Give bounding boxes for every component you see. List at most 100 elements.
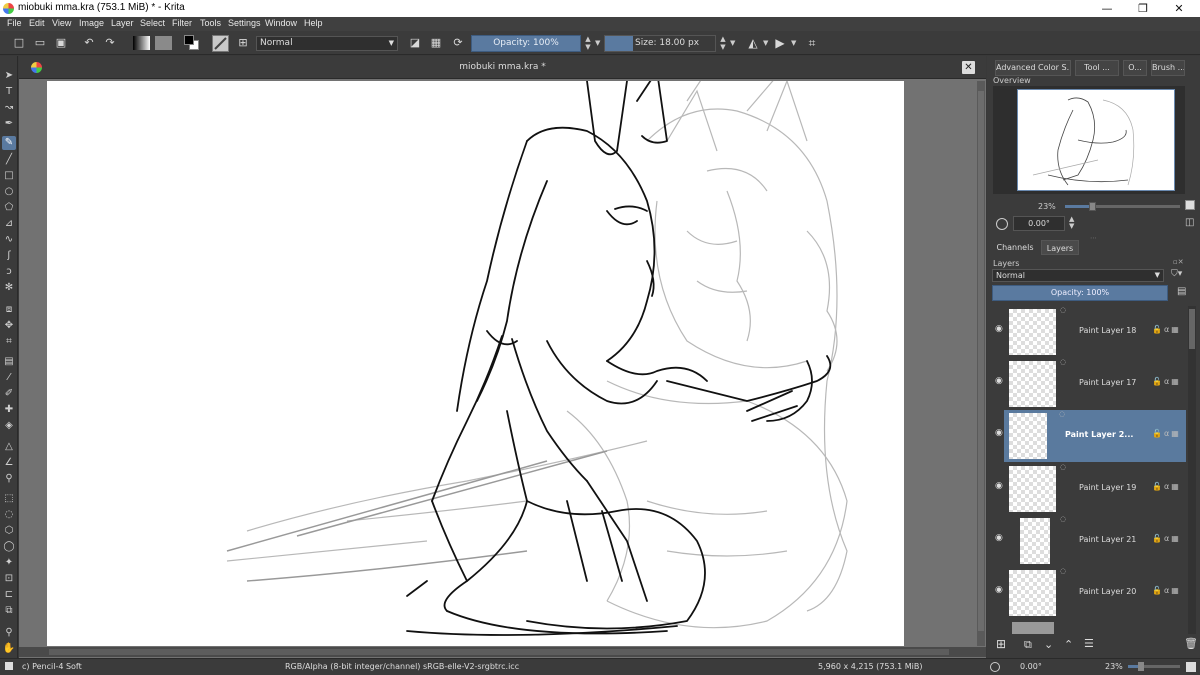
polygon-tool-icon[interactable]: ⬠ [2, 201, 16, 215]
vertical-scrollbar[interactable] [977, 81, 985, 646]
reference-tool-icon[interactable]: ⚲ [2, 472, 16, 486]
close-document-button[interactable]: ✕ [962, 61, 975, 74]
mirror-horizontal-icon[interactable]: ◭ [746, 36, 760, 50]
visibility-eye-icon[interactable]: ◉ [995, 376, 1003, 386]
visibility-eye-icon[interactable]: ◉ [995, 428, 1003, 438]
bezier-select-tool-icon[interactable]: ⊏ [2, 588, 16, 602]
layer-row-paint-layer-17[interactable]: ◉ ◌ Paint Layer 17 🔓α▦ [992, 358, 1185, 410]
layer-row-paint-layer-selected[interactable]: ◉ ◌ Paint Layer 2... 🔓α▦ [995, 410, 1186, 462]
tab-brush-presets[interactable]: Brush ... [1151, 60, 1185, 76]
menu-view[interactable]: View [52, 18, 71, 28]
rotation-dial-icon[interactable] [996, 218, 1008, 230]
gradient-icon[interactable] [133, 36, 150, 50]
status-zoom-fit-icon[interactable] [1186, 662, 1196, 672]
layer-properties-list-icon[interactable]: ☰ [1084, 637, 1094, 650]
dynamic-brush-tool-icon[interactable]: ↄ [2, 265, 16, 279]
layer-blend-mode-select[interactable]: Normal ▼ [992, 269, 1164, 282]
status-color-space[interactable]: RGB/Alpha (8-bit integer/channel) sRGB-e… [285, 662, 519, 671]
ellipse-tool-icon[interactable]: ○ [2, 185, 16, 199]
freehand-path-tool-icon[interactable]: ʃ [2, 249, 16, 263]
polyline-tool-icon[interactable]: ⊿ [2, 217, 16, 231]
overview-thumbnail[interactable] [1017, 89, 1175, 191]
layer-flags[interactable]: 🔓α▦ [1152, 534, 1181, 543]
status-zoom[interactable]: 23% [1105, 662, 1123, 671]
menu-file[interactable]: File [7, 18, 22, 28]
visibility-eye-icon[interactable]: ◉ [995, 585, 1003, 595]
redo-icon[interactable]: ↷ [103, 36, 117, 50]
visibility-eye-icon[interactable]: ◉ [995, 533, 1003, 543]
polygon-select-tool-icon[interactable]: ⬡ [2, 524, 16, 538]
tab-tool-options[interactable]: Tool ... [1075, 60, 1119, 76]
status-brush-name[interactable]: c) Pencil-4 Soft [22, 662, 82, 671]
zoom-fit-icon[interactable] [1185, 200, 1195, 210]
move-layer-up-icon[interactable]: ⌃ [1064, 638, 1073, 651]
layer-opacity-slider[interactable]: Opacity: 100% [992, 285, 1168, 301]
crop-tool-icon[interactable]: ⌗ [2, 335, 16, 349]
fg-bg-color-icon[interactable] [184, 35, 200, 51]
layer-row-paint-layer-21[interactable]: ◉ ◌ Paint Layer 21 🔓α▦ [992, 515, 1185, 567]
fill-tool-icon[interactable]: ◈ [2, 419, 16, 433]
filter-icon[interactable]: ⛉▾ [1171, 269, 1182, 279]
assistant-tool-icon[interactable]: △ [2, 440, 16, 454]
contiguous-select-tool-icon[interactable]: ✦ [2, 556, 16, 570]
gradient-tool-icon[interactable]: ▤ [2, 355, 16, 369]
magnetic-select-tool-icon[interactable]: ⧉ [2, 604, 16, 618]
eraser-icon[interactable]: ◪ [408, 36, 422, 50]
pan-tool-icon[interactable]: ✋ [2, 642, 16, 656]
pattern-icon[interactable] [155, 36, 172, 50]
tab-overview[interactable]: O... [1123, 60, 1147, 76]
minimize-button[interactable]: — [1088, 0, 1126, 17]
color-picker-tool-icon[interactable]: ⁄ [2, 371, 16, 385]
visibility-eye-icon[interactable]: ◉ [995, 324, 1003, 334]
close-window-button[interactable]: ✕ [1160, 0, 1198, 17]
text-tool-icon[interactable]: T [2, 85, 16, 99]
docker-float-close-icon[interactable]: ▫✕ [1173, 258, 1184, 266]
maximize-button[interactable]: ❐ [1124, 0, 1162, 17]
delete-layer-icon[interactable]: 🗑 [1184, 637, 1198, 650]
menu-image[interactable]: Image [79, 18, 104, 28]
zoom-tool-icon[interactable]: ⚲ [2, 626, 16, 640]
tab-channels[interactable]: Channels [993, 240, 1037, 255]
chevron-down-icon[interactable]: ▼ [791, 39, 796, 47]
tab-layers[interactable]: Layers [1041, 240, 1079, 255]
menu-tools[interactable]: Tools [200, 18, 221, 28]
vertical-scroll-thumb[interactable] [978, 91, 984, 631]
rotation-input[interactable]: 0.00° [1013, 216, 1065, 231]
move-tool-icon[interactable]: ✥ [2, 319, 16, 333]
layer-row-paint-layer-18[interactable]: ◉ ◌ Paint Layer 18 🔓α▦ [992, 306, 1185, 358]
rect-select-tool-icon[interactable]: ⬚ [2, 492, 16, 506]
tab-advanced-color-selector[interactable]: Advanced Color S... [995, 60, 1071, 76]
size-slider[interactable]: Size: 18.00 px [604, 35, 716, 52]
brush-preset-icon[interactable] [212, 35, 229, 52]
alpha-lock-icon[interactable]: ▦ [429, 36, 443, 50]
layer-properties-icon[interactable]: ▤ [1177, 286, 1186, 297]
layer-flags[interactable]: 🔓α▦ [1152, 325, 1181, 334]
opacity-spin[interactable]: ▲ ▼ [583, 35, 593, 52]
assistant-edit-tool-icon[interactable]: ↝ [2, 101, 16, 115]
layer-flags[interactable]: 🔓α▦ [1152, 377, 1181, 386]
measure-tool-icon[interactable]: ∠ [2, 456, 16, 470]
status-rotation-icon[interactable] [990, 662, 1000, 672]
rectangle-tool-icon[interactable]: □ [2, 169, 16, 183]
layer-row-paint-layer-20[interactable]: ◉ ◌ Paint Layer 20 🔓α▦ [992, 567, 1185, 619]
chevron-down-icon[interactable]: ▼ [763, 39, 768, 47]
menu-edit[interactable]: Edit [29, 18, 45, 28]
chevron-down-icon[interactable]: ▼ [730, 39, 735, 47]
mirror-view-icon[interactable]: ◫ [1185, 217, 1194, 228]
colorize-mask-tool-icon[interactable]: ✐ [2, 387, 16, 401]
layer-row-partial[interactable] [992, 619, 1185, 634]
horizontal-scroll-thumb[interactable] [49, 649, 949, 655]
line-tool-icon[interactable]: ╱ [2, 153, 16, 167]
size-spin[interactable]: ▲ ▼ [718, 35, 728, 52]
multibrush-tool-icon[interactable]: ✻ [2, 281, 16, 295]
layer-flags[interactable]: 🔓α▦ [1152, 586, 1181, 595]
horizontal-scrollbar[interactable] [19, 647, 986, 657]
similar-select-tool-icon[interactable]: ⊡ [2, 572, 16, 586]
transform-tool-icon[interactable]: ⧈ [2, 303, 16, 317]
menu-select[interactable]: Select [140, 18, 165, 28]
drawing-canvas[interactable] [47, 81, 904, 646]
opacity-slider[interactable]: Opacity: 100% [471, 35, 581, 52]
new-document-icon[interactable]: □ [12, 36, 26, 50]
bezier-tool-icon[interactable]: ∿ [2, 233, 16, 247]
layer-row-paint-layer-19[interactable]: ◉ ◌ Paint Layer 19 🔓α▦ [992, 463, 1185, 515]
